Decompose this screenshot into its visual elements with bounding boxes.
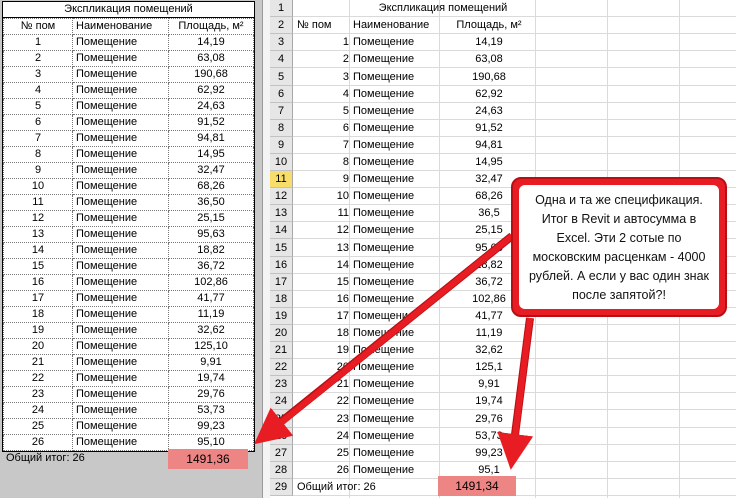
arrow-to-revit-total	[253, 233, 514, 445]
arrow-to-excel-total	[497, 317, 534, 470]
annotation-callout-text: Одна и та же спецификация. Итог в Revit …	[519, 185, 719, 309]
annotation-callout: Одна и та же спецификация. Итог в Revit …	[511, 177, 727, 317]
